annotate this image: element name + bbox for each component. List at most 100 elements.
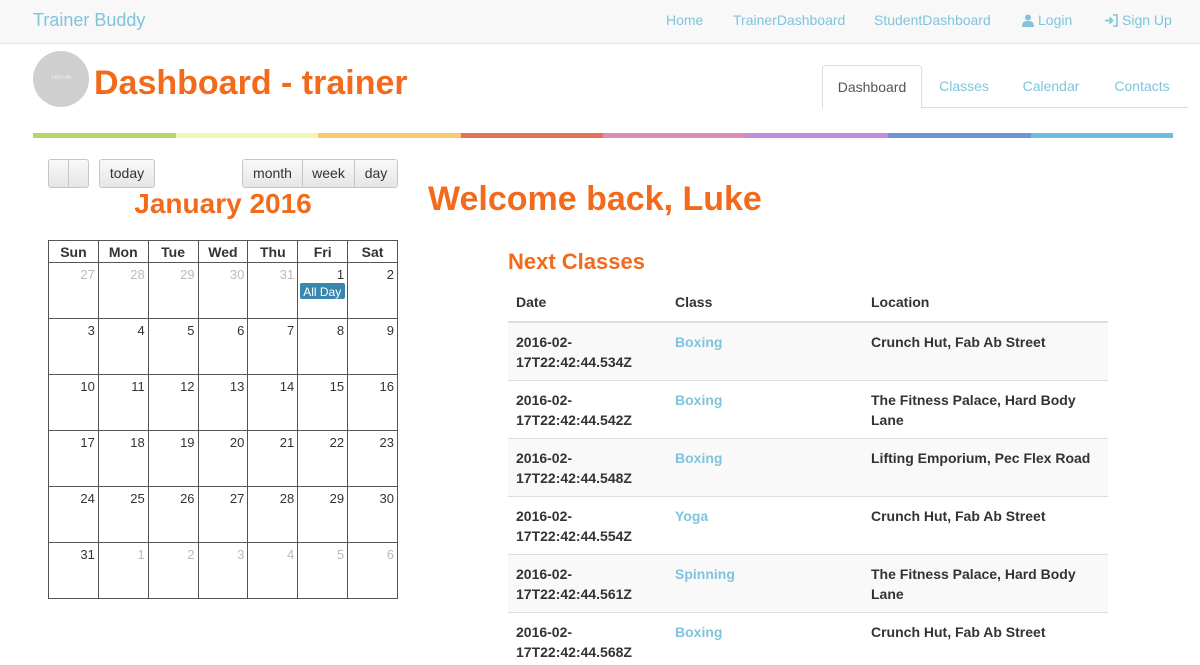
calendar-day-cell[interactable]: 25 bbox=[97, 486, 149, 543]
nav-student-dashboard[interactable]: StudentDashboard bbox=[874, 12, 991, 28]
calendar-day-cell[interactable]: 1 All Day bbox=[297, 262, 349, 319]
day-number: 25 bbox=[130, 491, 145, 506]
calendar-day-cell[interactable]: 31 bbox=[48, 542, 99, 599]
nav-login[interactable]: Login bbox=[1022, 12, 1072, 28]
calendar-month-button[interactable]: month bbox=[242, 159, 303, 188]
calendar-day-cell[interactable]: 28 bbox=[247, 486, 299, 543]
calendar-day-cell[interactable]: 16 bbox=[347, 374, 398, 431]
day-number: 8 bbox=[336, 323, 345, 338]
nav-signup[interactable]: Sign Up bbox=[1105, 12, 1172, 28]
next-classes-table: Date Class Location 2016-02- 17T22:42:44.… bbox=[508, 284, 1108, 665]
calendar-day-cell[interactable]: 27 bbox=[197, 486, 249, 543]
class-name-link[interactable]: Boxing bbox=[667, 380, 863, 439]
calendar-day-cell[interactable]: 15 bbox=[297, 374, 349, 431]
calendar-prev-button[interactable] bbox=[48, 159, 69, 188]
class-location-part: Crunch Hut, Fab Ab Street bbox=[871, 334, 1046, 350]
day-number: 5 bbox=[336, 547, 345, 562]
calendar-day-cell[interactable]: 20 bbox=[197, 430, 249, 487]
day-number: 4 bbox=[137, 323, 145, 338]
calendar-day-cell[interactable]: 22 bbox=[297, 430, 349, 487]
calendar-day-cell[interactable]: 4 bbox=[247, 542, 299, 599]
class-location: The Fitness Palace, Hard Body Lane bbox=[863, 380, 1108, 439]
class-name-link[interactable]: Boxing bbox=[667, 321, 863, 381]
calendar-today-button[interactable]: today bbox=[99, 159, 155, 188]
rainbow-segment bbox=[1030, 133, 1173, 138]
class-name-link[interactable]: Yoga bbox=[667, 496, 863, 555]
calendar-day-cell[interactable]: 2 bbox=[147, 542, 199, 599]
tab-dashboard[interactable]: Dashboard bbox=[822, 65, 922, 109]
column-header-location: Location bbox=[863, 284, 1108, 323]
calendar-day-cell[interactable]: 26 bbox=[147, 486, 199, 543]
day-number: 30 bbox=[379, 491, 394, 506]
calendar-day-cell[interactable]: 8 bbox=[297, 318, 349, 375]
calendar-week-row: 24 25 26 27 28 29 30 bbox=[48, 486, 398, 543]
nav-trainer-dashboard[interactable]: TrainerDashboard bbox=[733, 12, 845, 28]
calendar-day-cell[interactable]: 5 bbox=[297, 542, 349, 599]
calendar-day-button[interactable]: day bbox=[354, 159, 398, 188]
calendar-day-cell[interactable]: 19 bbox=[147, 430, 199, 487]
day-number: 5 bbox=[187, 323, 195, 338]
day-number: 3 bbox=[237, 547, 245, 562]
class-date: 2016-02- 17T22:42:44.548Z bbox=[508, 438, 667, 497]
class-name-link[interactable]: Spinning bbox=[667, 554, 863, 613]
rainbow-segment bbox=[33, 133, 176, 138]
class-date-part: 17T22:42:44.554Z bbox=[516, 528, 632, 544]
day-number: 20 bbox=[229, 435, 245, 450]
calendar-day-cell[interactable]: 2 bbox=[347, 262, 398, 319]
calendar-day-cell[interactable]: 31 bbox=[247, 262, 299, 319]
class-location-part: Lane bbox=[871, 586, 904, 602]
day-number: 30 bbox=[229, 267, 245, 282]
class-date: 2016-02- 17T22:42:44.542Z bbox=[508, 380, 667, 439]
nav-home[interactable]: Home bbox=[666, 12, 703, 28]
day-number: 27 bbox=[229, 491, 245, 506]
calendar-day-cell[interactable]: 3 bbox=[197, 542, 249, 599]
calendar-day-cell[interactable]: 1 bbox=[97, 542, 149, 599]
tab-contacts[interactable]: Contacts bbox=[1100, 65, 1184, 108]
day-number: 11 bbox=[131, 379, 145, 394]
calendar-day-cell[interactable]: 12 bbox=[147, 374, 199, 431]
calendar-week-row: 17 18 19 20 21 22 23 bbox=[48, 430, 398, 487]
tab-calendar[interactable]: Calendar bbox=[1008, 65, 1094, 108]
calendar-day-cell[interactable]: 30 bbox=[197, 262, 249, 319]
calendar-day-cell[interactable]: 30 bbox=[347, 486, 398, 543]
calendar-week-row: 3 4 5 6 7 8 9 bbox=[48, 318, 398, 375]
class-location: Crunch Hut, Fab Ab Street bbox=[863, 496, 1108, 555]
calendar-week-row: 31 1 2 3 4 5 6 bbox=[48, 542, 398, 599]
calendar-day-cell[interactable]: 28 bbox=[97, 262, 149, 319]
calendar-day-cell[interactable]: 11 bbox=[97, 374, 149, 431]
class-name-link[interactable]: Boxing bbox=[667, 438, 863, 497]
next-classes-heading: Next Classes bbox=[508, 249, 645, 274]
calendar-title: January 2016 bbox=[134, 188, 312, 219]
class-location: Crunch Hut, Fab Ab Street bbox=[863, 612, 1108, 665]
calendar-week-button[interactable]: week bbox=[302, 159, 355, 188]
table-header-row: Date Class Location bbox=[508, 284, 1108, 323]
weekday-header: Tue bbox=[147, 240, 199, 263]
calendar-day-cell[interactable]: 7 bbox=[247, 318, 299, 375]
tab-classes[interactable]: Classes bbox=[926, 65, 1002, 108]
class-date-part: 2016-02- bbox=[516, 624, 573, 640]
calendar-day-cell[interactable]: 4 bbox=[97, 318, 149, 375]
brand-link[interactable]: Trainer Buddy bbox=[33, 10, 145, 31]
calendar-day-cell[interactable]: 5 bbox=[147, 318, 199, 375]
calendar-day-cell[interactable]: 27 bbox=[48, 262, 99, 319]
calendar-day-cell[interactable]: 6 bbox=[197, 318, 249, 375]
class-name-link[interactable]: Boxing bbox=[667, 612, 863, 665]
calendar-day-cell[interactable]: 13 bbox=[197, 374, 249, 431]
nav-login-label: Login bbox=[1038, 12, 1073, 28]
calendar-day-cell[interactable]: 9 bbox=[347, 318, 398, 375]
calendar-day-cell[interactable]: 23 bbox=[347, 430, 398, 487]
calendar-day-cell[interactable]: 24 bbox=[48, 486, 99, 543]
calendar-day-cell[interactable]: 18 bbox=[97, 430, 149, 487]
calendar-day-cell[interactable]: 6 bbox=[347, 542, 398, 599]
calendar-next-button[interactable] bbox=[68, 159, 89, 188]
calendar-day-cell[interactable]: 29 bbox=[147, 262, 199, 319]
table-row: 2016-02- 17T22:42:44.542Z Boxing The Fitn… bbox=[508, 380, 1108, 439]
calendar-day-cell[interactable]: 10 bbox=[48, 374, 99, 431]
calendar-event[interactable]: All Day bbox=[300, 283, 346, 299]
calendar-day-cell[interactable]: 29 bbox=[297, 486, 349, 543]
calendar-day-cell[interactable]: 14 bbox=[247, 374, 299, 431]
calendar-day-cell[interactable]: 21 bbox=[247, 430, 299, 487]
rainbow-divider bbox=[33, 133, 1173, 138]
calendar-day-cell[interactable]: 3 bbox=[48, 318, 99, 375]
calendar-day-cell[interactable]: 17 bbox=[48, 430, 99, 487]
